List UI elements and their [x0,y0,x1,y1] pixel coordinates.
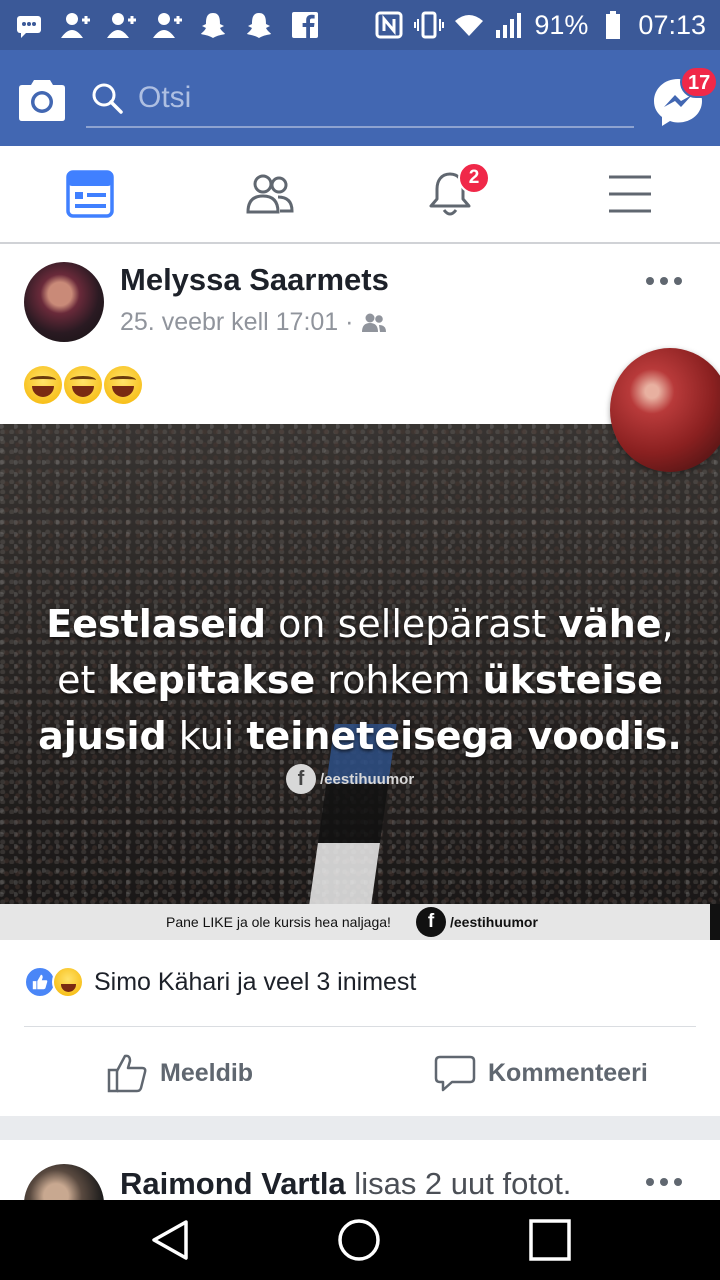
post-author-name[interactable]: Melyssa Saarmets [120,262,389,298]
more-dot-icon [646,277,654,285]
laughing-emoji-icon [104,366,142,404]
crowd-background: Eestlaseid on sellepärast vähe, et kepit… [0,424,720,904]
reactions-text: Simo Kähari ja veel 3 inimest [94,967,417,996]
image-caption-text: Eestlaseid on sellepärast vähe, et kepit… [0,596,720,764]
like-label: Meeldib [160,1058,254,1087]
strip-text: Pane LIKE ja ole kursis hea naljaga! [166,914,391,930]
friends-audience-icon [362,313,387,332]
feed-post: Melyssa Saarmets 25. veebr kell 17:01 · … [0,244,720,1116]
tab-news-feed[interactable] [0,146,180,242]
clock: 07:13 [638,9,706,40]
news-feed-icon [66,170,114,218]
divider [24,1026,696,1027]
image-bottom-strip: Pane LIKE ja ole kursis hea naljaga! f /… [0,904,710,940]
hamburger-menu-icon [609,175,651,213]
battery-percent: 91% [534,9,589,40]
search-input[interactable] [138,81,598,115]
like-button[interactable]: Meeldib [106,1052,253,1094]
signal-icon [494,10,524,40]
post-more-options[interactable] [646,266,686,296]
camera-icon[interactable] [18,76,66,122]
haha-reaction-icon [52,966,84,998]
add-user-icon [152,10,182,40]
snapchat-icon [244,10,274,40]
notifications-badge: 2 [458,162,490,194]
vibrate-icon [414,10,445,40]
nav-tabs: 2 [0,146,720,244]
facebook-icon [290,10,320,40]
comment-icon [434,1055,476,1092]
feed-post: Raimond Vartla lisas 2 uut fotot. [0,1140,720,1200]
nfc-icon [374,10,404,40]
recent-apps-icon[interactable] [528,1218,572,1262]
caption-line-1: Eestlaseid on sellepärast vähe, [46,602,674,646]
comment-button[interactable]: Kommenteeri [434,1052,648,1094]
laughing-emoji-icon [24,366,62,404]
search-icon [92,83,123,114]
post-timestamp[interactable]: 25. veebr kell 17:01 · [120,308,353,337]
image-watermark: f /eestihuumor [286,764,414,794]
battery-icon [598,10,628,40]
floating-chat-head[interactable] [610,348,720,472]
facebook-f-icon: f [416,907,446,937]
author-avatar[interactable] [24,1164,104,1200]
post-text-emojis [24,366,142,404]
search-bar[interactable] [86,70,634,128]
status-bar: 91% 07:13 [0,0,720,50]
friends-icon [246,174,294,214]
more-dot-icon [674,277,682,285]
more-dot-icon [660,277,668,285]
wifi-icon [454,10,484,40]
post-image[interactable]: Eestlaseid on sellepärast vähe, et kepit… [0,424,720,940]
messenger-badge: 17 [680,66,719,98]
author-avatar[interactable] [24,262,104,342]
back-icon[interactable] [148,1218,192,1262]
system-navigation-bar [0,1200,720,1280]
snapchat-icon [198,10,228,40]
thumbs-up-icon [107,1054,147,1093]
strip-facebook-handle: f /eestihuumor [416,907,538,937]
caption-line-3: ajusid kui teineteisega voodis. [38,714,682,758]
home-icon[interactable] [337,1218,381,1262]
top-bar: 17 [0,50,720,146]
messenger-button[interactable]: 17 [652,66,719,128]
more-dot-icon [660,1178,668,1186]
post-header-text: Raimond Vartla lisas 2 uut fotot. [120,1166,572,1200]
reactions-summary[interactable]: Simo Kähari ja veel 3 inimest [24,966,416,998]
post-author-name[interactable]: Raimond Vartla [120,1166,346,1200]
post-more-options[interactable] [646,1178,682,1186]
comment-label: Kommenteeri [488,1058,648,1087]
caption-line-2: et kepitakse rohkem üksteise [57,658,663,702]
tab-notifications[interactable]: 2 [360,146,540,242]
facebook-f-icon: f [286,764,316,794]
tab-menu[interactable] [540,146,720,242]
add-user-icon [106,10,136,40]
more-dot-icon [674,1178,682,1186]
post-meta: 25. veebr kell 17:01 · [120,308,387,337]
tab-friend-requests[interactable] [180,146,360,242]
message-icon [14,10,44,40]
add-user-icon [60,10,90,40]
laughing-emoji-icon [64,366,102,404]
more-dot-icon [646,1178,654,1186]
